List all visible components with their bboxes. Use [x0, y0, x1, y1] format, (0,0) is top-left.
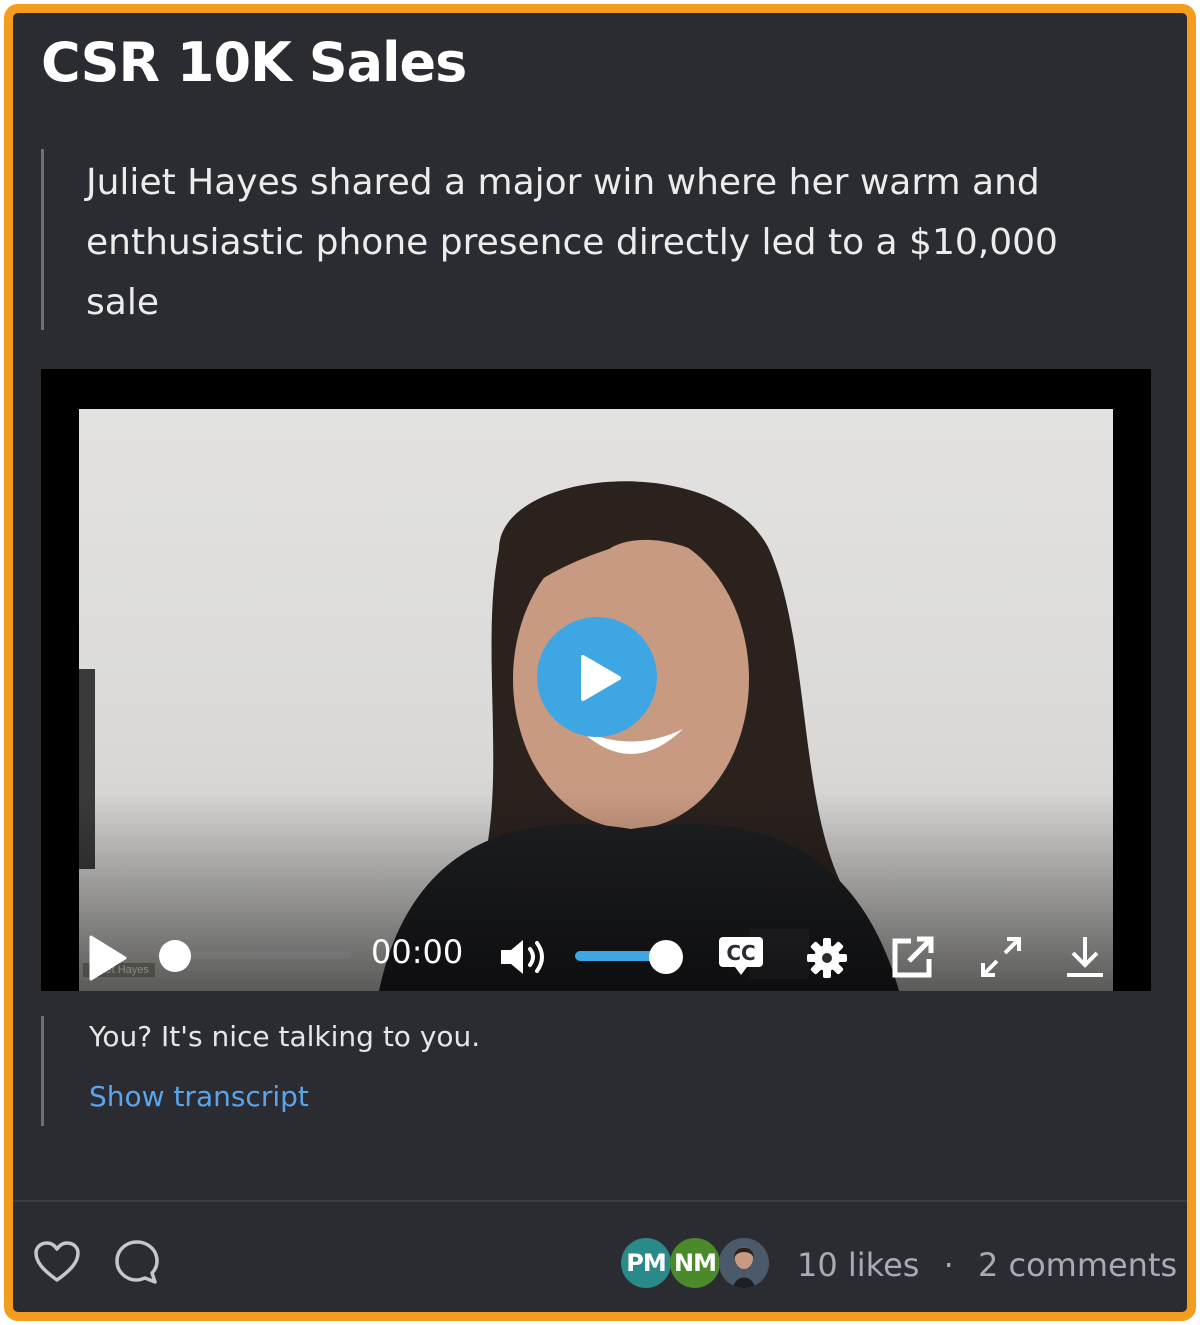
captions-button[interactable]: CC	[717, 935, 765, 982]
play-overlay-button[interactable]	[537, 617, 657, 737]
post-summary: Juliet Hayes shared a major win where he…	[41, 149, 1141, 330]
open-external-button[interactable]	[891, 935, 935, 984]
comments-count[interactable]: 2 comments	[978, 1246, 1177, 1284]
current-time: 00:00	[371, 933, 464, 971]
avatar-photo-icon	[719, 1238, 769, 1288]
transcript-caption: You? It's nice talking to you.	[89, 1020, 481, 1053]
fullscreen-button[interactable]	[979, 935, 1023, 984]
avatar[interactable]: PM	[621, 1238, 671, 1288]
video-controls: 00:00 CC	[79, 891, 1113, 991]
video-frame[interactable]: Juliet Hayes 00:00 CC	[79, 409, 1113, 991]
post-title: CSR 10K Sales	[41, 31, 467, 94]
post-card: CSR 10K Sales Juliet Hayes shared a majo…	[4, 4, 1196, 1321]
progress-handle[interactable]	[159, 940, 191, 972]
comment-icon	[115, 1240, 159, 1284]
volume-handle[interactable]	[649, 940, 683, 974]
avatar[interactable]	[719, 1238, 769, 1288]
fullscreen-icon	[981, 937, 1021, 977]
engagement-stats: 10 likes · 2 comments	[797, 1246, 1177, 1284]
open-external-icon	[892, 936, 934, 978]
heart-icon	[34, 1241, 80, 1282]
settings-button[interactable]	[806, 937, 848, 984]
comment-button[interactable]	[113, 1238, 161, 1291]
settings-icon	[807, 938, 847, 978]
stats-separator: ·	[943, 1246, 954, 1284]
volume-button[interactable]	[499, 937, 549, 982]
avatar[interactable]: NM	[670, 1238, 720, 1288]
volume-icon	[501, 940, 544, 974]
svg-text:CC: CC	[726, 941, 755, 965]
captions-icon: CC	[719, 937, 763, 975]
play-button[interactable]	[89, 935, 127, 986]
transcript-block: You? It's nice talking to you. Show tran…	[41, 1016, 1141, 1126]
post-footer: PM NM 10 likes · 2 comments	[13, 1202, 1187, 1312]
play-icon	[89, 935, 127, 981]
like-button[interactable]	[33, 1240, 81, 1289]
progress-track[interactable]	[175, 951, 351, 959]
download-button[interactable]	[1065, 935, 1105, 984]
video-player[interactable]: Juliet Hayes 00:00 CC	[41, 369, 1151, 991]
play-icon	[581, 655, 621, 701]
download-icon	[1067, 937, 1103, 977]
likes-count[interactable]: 10 likes	[797, 1246, 919, 1284]
show-transcript-link[interactable]: Show transcript	[89, 1080, 309, 1113]
